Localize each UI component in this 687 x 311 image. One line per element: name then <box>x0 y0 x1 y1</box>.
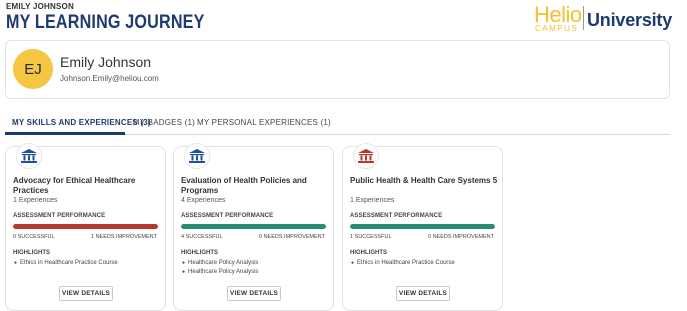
active-tab-indicator <box>5 132 125 135</box>
profile-card: EJ Emily Johnson Johnson.Emily@heliou.co… <box>5 40 670 99</box>
institution-icon <box>184 143 210 169</box>
assessment-performance-bar-fill <box>350 224 495 229</box>
successful-count: 0 SUCCESSFUL <box>13 234 55 240</box>
helio-campus-university-logo: Helio CAMPUS University <box>534 2 674 34</box>
logo-campus-text: CAMPUS <box>535 24 579 33</box>
view-details-button[interactable]: VIEW DETAILS <box>227 286 281 301</box>
assessment-performance-bar <box>350 224 495 229</box>
skill-title: Advocacy for Ethical Healthcare Practice… <box>13 176 136 195</box>
skill-title: Public Health & Health Care Systems 5 <box>350 176 498 185</box>
experience-count: 4 Experiences <box>181 197 226 204</box>
highlight-item: Ethics in Healthcare Practice Course <box>14 259 118 268</box>
tab-badges[interactable]: MY BADGES (1) <box>133 118 195 127</box>
institution-icon <box>353 143 379 169</box>
tab-personal-experiences[interactable]: MY PERSONAL EXPERIENCES (1) <box>197 118 331 127</box>
highlight-item: Healthcare Policy Analysis <box>182 268 258 277</box>
needs-improvement-count: 0 NEEDS IMPROVEMENT <box>258 234 325 240</box>
highlights-label: HIGHLIGHTS <box>181 250 218 256</box>
successful-count: 4 SUCCESSFUL <box>181 234 223 240</box>
skill-card: Public Health & Health Care Systems 5 1 E… <box>342 143 503 311</box>
highlight-item: Healthcare Policy Analysis <box>182 259 258 268</box>
profile-name: Emily Johnson <box>60 54 152 70</box>
skill-card: Evaluation of Health Policies and Progra… <box>173 143 334 311</box>
tab-skills-and-experiences[interactable]: MY SKILLS AND EXPERIENCES (3) <box>12 118 151 127</box>
assessment-performance-bar-fill <box>181 224 326 229</box>
avatar: EJ <box>13 49 53 89</box>
assessment-performance-bar <box>181 224 326 229</box>
highlights-list: Ethics in Healthcare Practice Course <box>14 259 118 268</box>
page-title: MY LEARNING JOURNEY <box>6 12 205 33</box>
logo-university-text: University <box>587 10 673 30</box>
highlight-item: Ethics in Healthcare Practice Course <box>351 259 455 268</box>
assessment-performance-bar <box>13 224 158 229</box>
highlights-label: HIGHLIGHTS <box>13 250 50 256</box>
institution-icon <box>16 143 42 169</box>
highlights-label: HIGHLIGHTS <box>350 250 387 256</box>
needs-improvement-count: 0 NEEDS IMPROVEMENT <box>427 234 494 240</box>
assessment-performance-label: ASSESSMENT PERFORMANCE <box>350 213 443 219</box>
assessment-performance-label: ASSESSMENT PERFORMANCE <box>181 213 274 219</box>
needs-improvement-count: 1 NEEDS IMPROVEMENT <box>90 234 157 240</box>
logo-divider <box>583 6 584 30</box>
assessment-performance-label: ASSESSMENT PERFORMANCE <box>13 213 106 219</box>
successful-count: 1 SUCCESSFUL <box>350 234 392 240</box>
skill-card: Advocacy for Ethical Healthcare Practice… <box>5 143 166 311</box>
experience-count: 1 Experiences <box>13 197 58 204</box>
view-details-button[interactable]: VIEW DETAILS <box>396 286 450 301</box>
highlights-list: Ethics in Healthcare Practice Course <box>351 259 455 268</box>
assessment-performance-bar-fill <box>13 224 158 229</box>
view-details-button[interactable]: VIEW DETAILS <box>59 286 113 301</box>
experience-count: 1 Experiences <box>350 197 395 204</box>
header-user-name: EMILY JOHNSON <box>6 2 74 11</box>
highlights-list: Healthcare Policy AnalysisHealthcare Pol… <box>182 259 258 277</box>
skill-title: Evaluation of Health Policies and Progra… <box>181 176 307 195</box>
profile-email: Johnson.Emily@heliou.com <box>60 74 159 83</box>
tab-bar: MY SKILLS AND EXPERIENCES (3) MY BADGES … <box>5 113 670 135</box>
